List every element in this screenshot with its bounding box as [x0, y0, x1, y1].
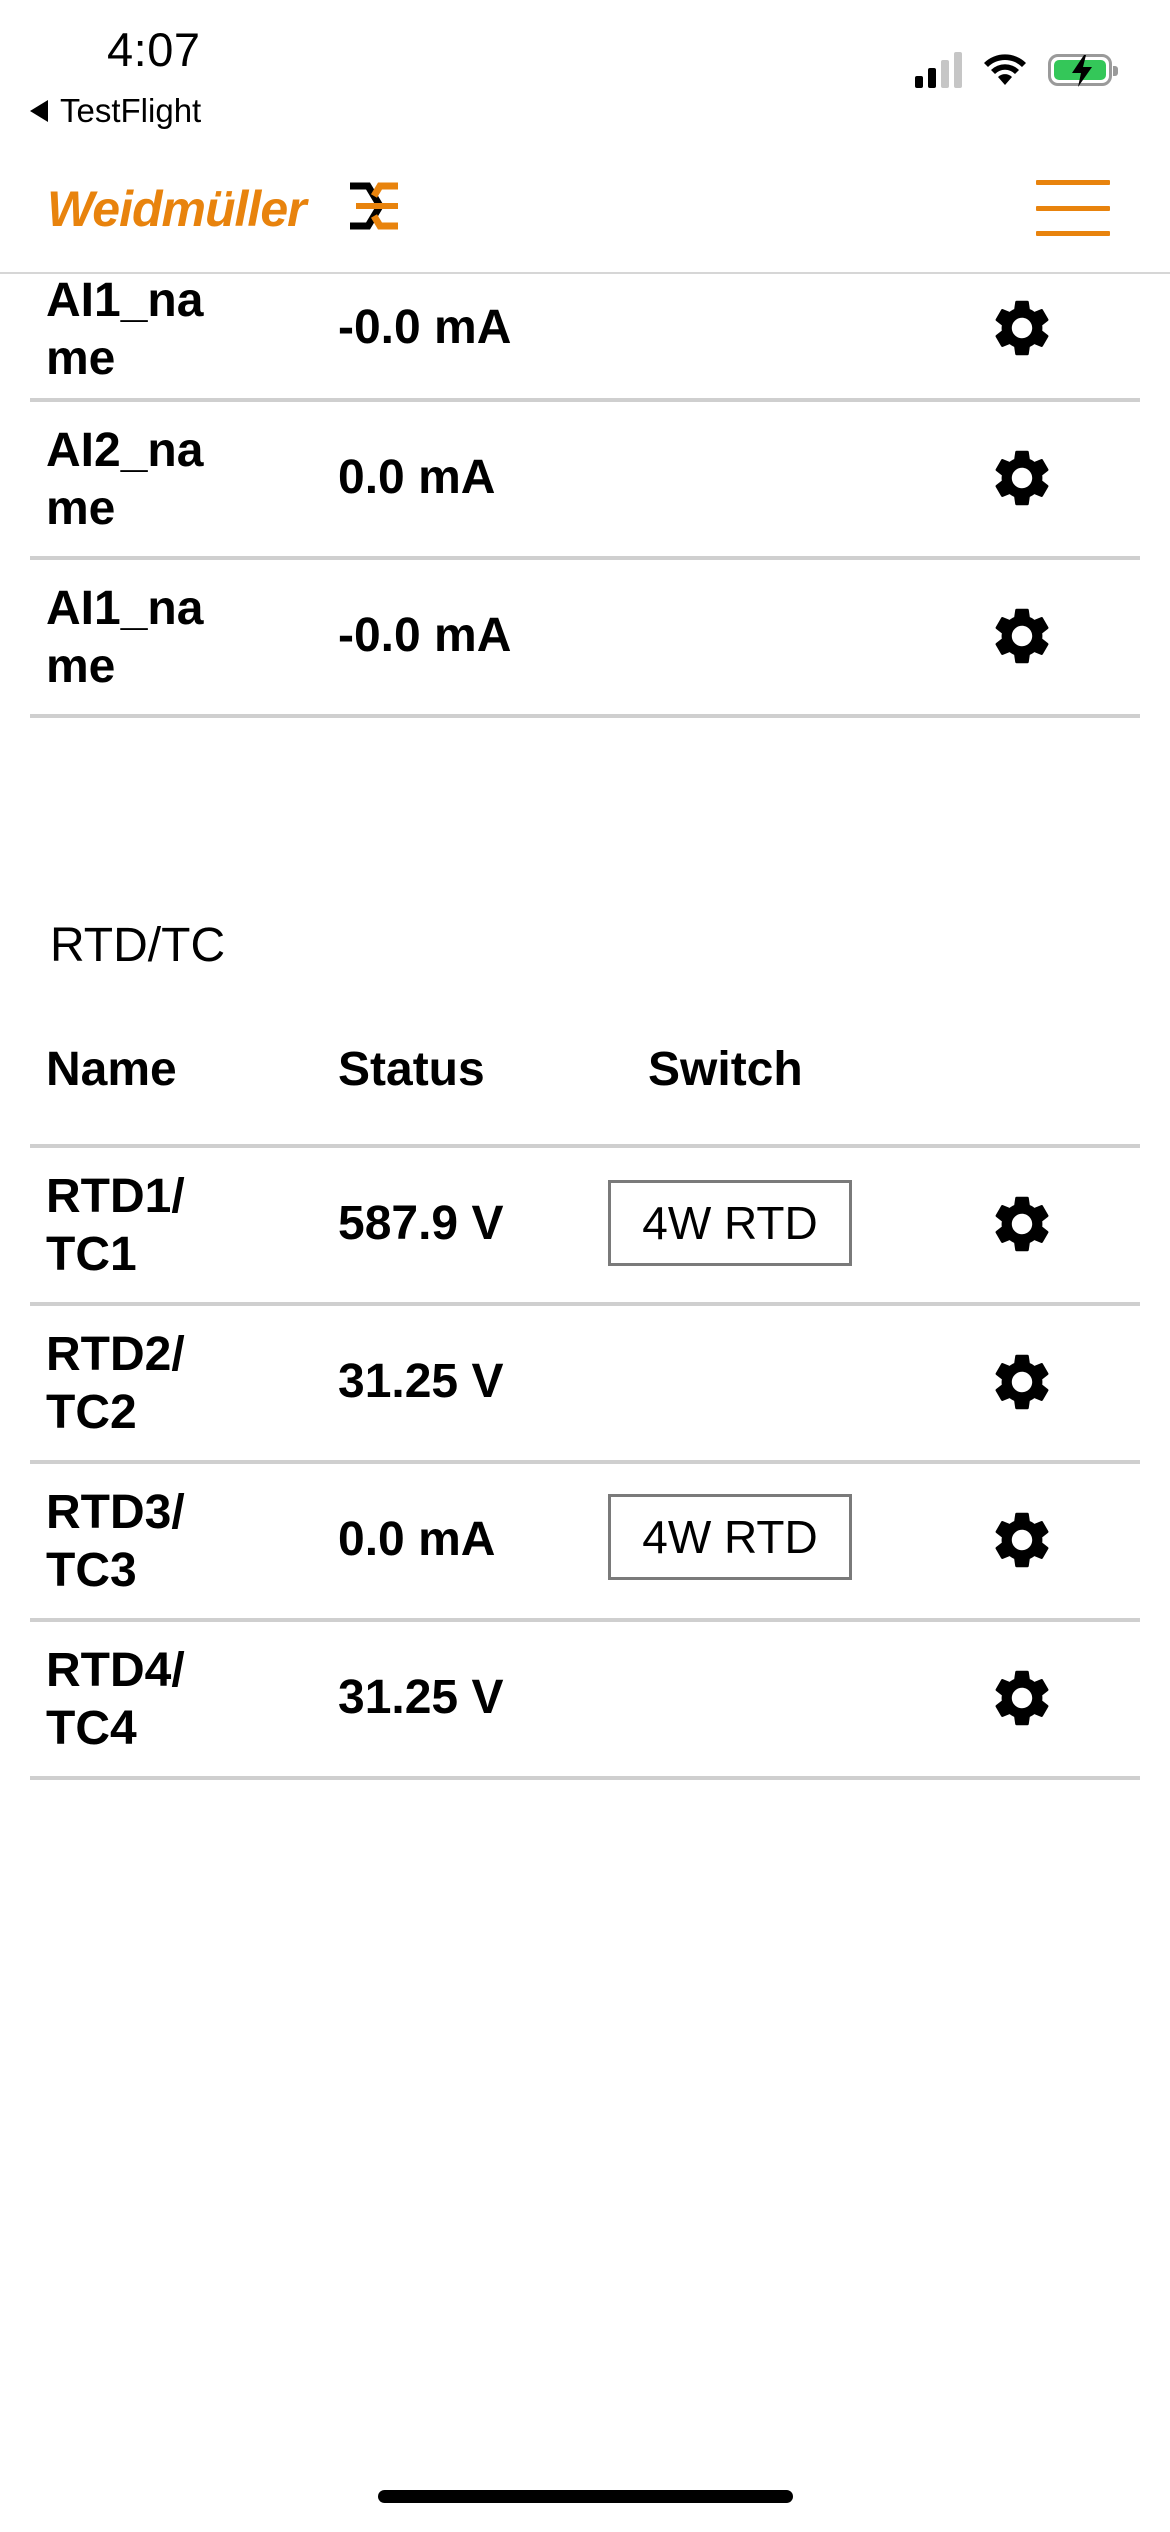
ai-row: AI2_na me 0.0 mA [30, 402, 1140, 560]
rtd-row: RTD2/ TC2 31.25 V [30, 1306, 1140, 1464]
status-icons [915, 52, 1118, 88]
ai-row-status: -0.0 mA [338, 301, 512, 354]
gear-icon[interactable] [988, 294, 1056, 362]
gear-icon[interactable] [988, 602, 1056, 670]
ai-row: AI1_na me -0.0 mA [30, 560, 1140, 718]
gear-icon[interactable] [988, 444, 1056, 512]
rtd-row-status: 587.9 V [338, 1197, 504, 1250]
ai-row-status: -0.0 mA [338, 609, 512, 662]
section-title-rtd-tc: RTD/TC [50, 919, 226, 972]
rtd-row-name: RTD2/ TC2 [46, 1328, 185, 1439]
rtd-row-status: 0.0 mA [338, 1513, 496, 1566]
rtd-row: RTD3/ TC3 0.0 mA 4W RTD [30, 1464, 1140, 1622]
status-bar-time: 4:07 [107, 23, 201, 76]
switch-button-4w-rtd[interactable]: 4W RTD [608, 1180, 852, 1266]
back-label: TestFlight [60, 92, 202, 129]
ai-row-status: 0.0 mA [338, 451, 496, 504]
ai-row: AI1_na me -0.0 mA [30, 272, 1140, 402]
rtd-row: RTD1/ TC1 587.9 V 4W RTD [30, 1148, 1140, 1306]
gear-icon[interactable] [988, 1348, 1056, 1416]
back-to-testflight[interactable]: TestFlight [30, 92, 201, 130]
gear-icon[interactable] [988, 1190, 1056, 1258]
battery-charging-icon [1048, 54, 1118, 87]
home-indicator[interactable] [378, 2490, 793, 2503]
wifi-icon [984, 54, 1026, 85]
ai-row-name: AI1_na me [46, 274, 204, 385]
gear-icon[interactable] [988, 1506, 1056, 1574]
hamburger-menu-icon[interactable] [1036, 180, 1110, 236]
ai-row-name: AI2_na me [46, 424, 204, 535]
rtd-row-name: RTD1/ TC1 [46, 1170, 185, 1281]
weidmuller-logo: Weidmüller [47, 181, 307, 237]
column-header-name: Name [46, 1043, 177, 1096]
ai-row-name: AI1_na me [46, 582, 204, 693]
rtd-row-name: RTD4/ TC4 [46, 1644, 185, 1755]
signal-icon [915, 52, 962, 88]
back-arrow-icon [30, 100, 48, 122]
rtd-row: RTD4/ TC4 31.25 V [30, 1622, 1140, 1780]
weidmuller-mark-icon [350, 182, 398, 230]
column-header-switch: Switch [648, 1043, 803, 1096]
rtd-row-status: 31.25 V [338, 1671, 504, 1724]
rtd-row-name: RTD3/ TC3 [46, 1486, 185, 1597]
rtd-row-status: 31.25 V [338, 1355, 504, 1408]
switch-button-4w-rtd[interactable]: 4W RTD [608, 1494, 852, 1580]
column-header-status: Status [338, 1043, 485, 1096]
gear-icon[interactable] [988, 1664, 1056, 1732]
